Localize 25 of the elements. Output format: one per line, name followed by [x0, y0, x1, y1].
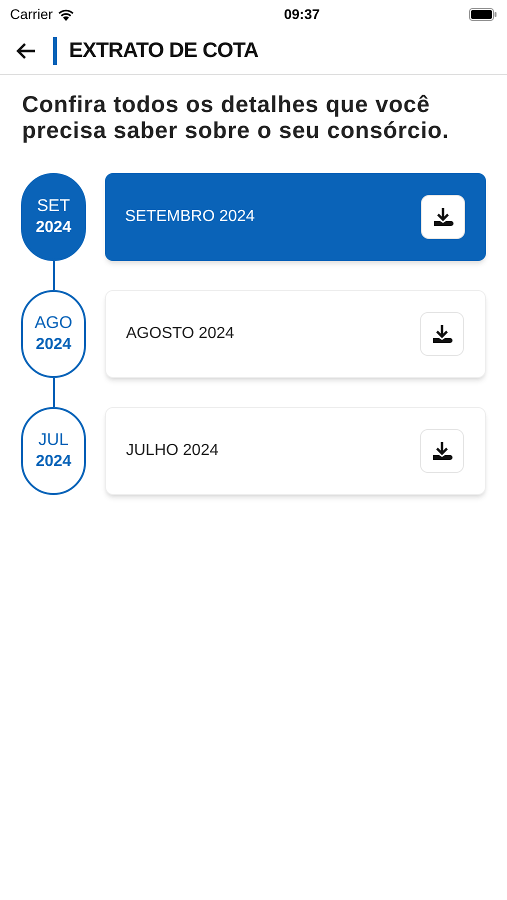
statement-card[interactable]: AGOSTO 2024 [105, 290, 486, 378]
download-icon [431, 440, 453, 462]
wifi-icon [56, 8, 75, 20]
download-icon [432, 206, 454, 228]
download-icon [431, 323, 453, 345]
carrier-label: Carrier [10, 4, 53, 24]
battery-icon [469, 8, 497, 20]
statement-card[interactable]: JULHO 2024 [105, 407, 486, 495]
month-label: SET [36, 195, 70, 217]
download-button[interactable] [420, 429, 464, 473]
status-time: 09:37 [284, 4, 320, 24]
year-label: 2024 [36, 335, 72, 355]
statement-label: SETEMBRO 2024 [125, 207, 255, 227]
statement-label: AGOSTO 2024 [126, 324, 234, 344]
download-button[interactable] [420, 312, 464, 356]
month-label: AGO [34, 312, 72, 334]
year-label: 2024 [36, 452, 72, 472]
year-label: 2024 [36, 218, 72, 238]
back-arrow-icon[interactable] [15, 42, 37, 60]
download-button[interactable] [421, 195, 465, 239]
month-label: JUL [38, 429, 69, 451]
page-title: EXTRATO DE COTA [69, 38, 258, 64]
statement-card[interactable]: SETEMBRO 2024 [105, 173, 486, 261]
statement-label: JULHO 2024 [126, 441, 218, 461]
intro-text: Confira todos os detalhes que você precisa saber sobre o seu consórcio. [21, 90, 450, 143]
